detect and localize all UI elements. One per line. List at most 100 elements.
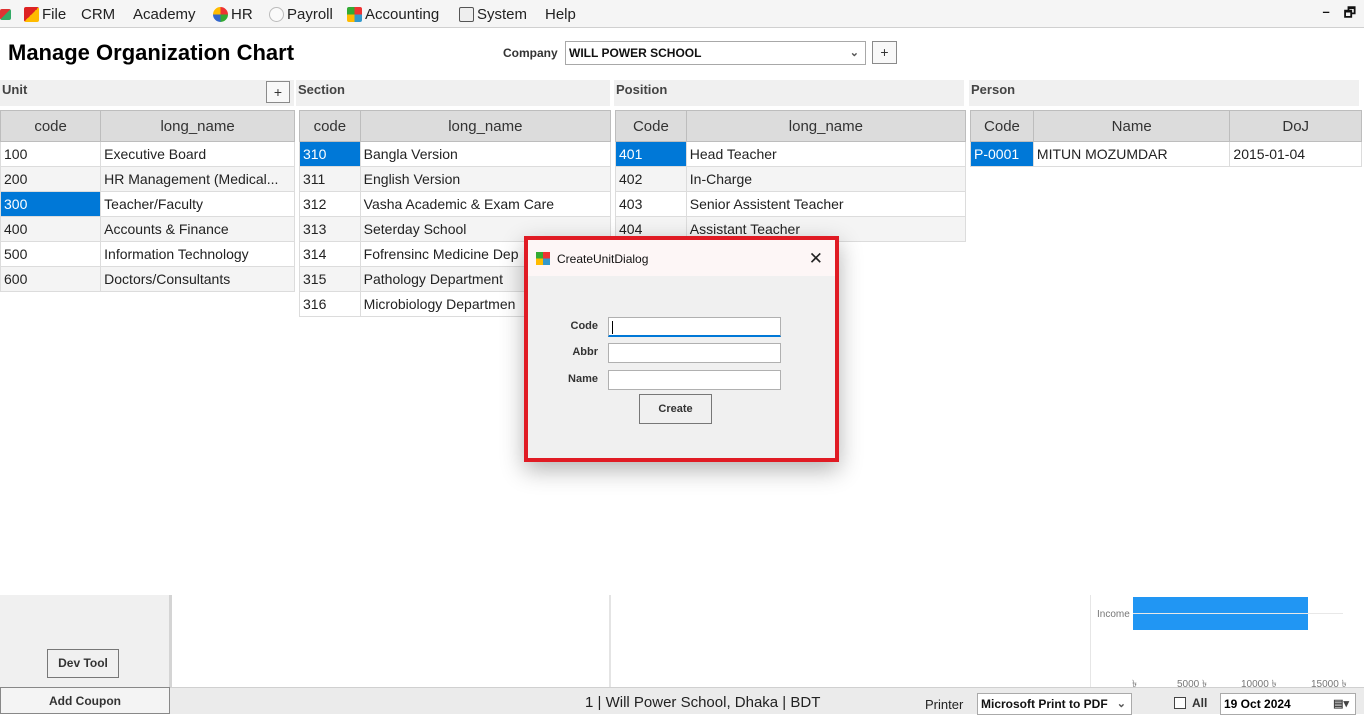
menu-accounting[interactable]: Accounting xyxy=(347,4,439,24)
cell-code[interactable]: P-0001 xyxy=(970,141,1034,167)
add-company-button[interactable]: + xyxy=(872,41,897,64)
all-checkbox[interactable] xyxy=(1174,697,1186,709)
all-label: All xyxy=(1192,696,1208,710)
menu-system[interactable]: System xyxy=(459,4,527,24)
abbr-field[interactable] xyxy=(608,343,781,363)
cell-name[interactable]: Vasha Academic & Exam Care xyxy=(359,191,612,217)
file-icon xyxy=(24,6,39,22)
cell-code[interactable]: 600 xyxy=(0,266,102,292)
unit-table: code long_name 100 Executive Board 200 HR … xyxy=(0,110,295,292)
table-row[interactable]: 310 Bangla Version xyxy=(299,141,612,167)
cell-code[interactable]: 401 xyxy=(615,141,687,167)
accounting-icon xyxy=(347,6,362,22)
menu-academy[interactable]: Academy xyxy=(133,4,196,24)
position-table: Code long_name 401 Head Teacher 402 In-Cha… xyxy=(615,110,967,242)
table-row[interactable]: 500 Information Technology xyxy=(0,241,295,267)
text-caret xyxy=(612,321,613,334)
minimize-button[interactable]: – xyxy=(1323,4,1330,26)
cell-name[interactable]: Teacher/Faculty xyxy=(100,191,295,217)
code-label: Code xyxy=(570,320,599,332)
cell-name[interactable]: Bangla Version xyxy=(359,141,612,167)
table-row[interactable]: P-0001 MITUN MOZUMDAR 2015-01-04 xyxy=(970,141,1362,167)
add-coupon-button[interactable]: Add Coupon xyxy=(0,687,170,714)
menu-crm[interactable]: CRM xyxy=(81,4,115,24)
cell-code[interactable]: 200 xyxy=(0,166,102,192)
column-header[interactable]: Code xyxy=(970,110,1034,142)
menu-payroll[interactable]: Payroll xyxy=(269,4,333,24)
table-row[interactable]: 401 Head Teacher xyxy=(615,141,967,167)
calendar-icon[interactable]: ▤▾ xyxy=(1333,697,1349,710)
position-header: Position xyxy=(614,80,964,106)
chevron-down-icon: ⌄ xyxy=(1116,698,1126,710)
person-table: Code Name DoJ P-0001 MITUN MOZUMDAR 2015… xyxy=(970,110,1362,167)
dev-tool-button[interactable]: Dev Tool xyxy=(47,649,119,678)
column-header[interactable]: long_name xyxy=(685,110,967,142)
column-header[interactable]: code xyxy=(0,110,102,142)
dialog-title: CreateUnitDialog xyxy=(557,252,649,266)
table-header-row: Code long_name xyxy=(615,110,967,142)
hr-icon xyxy=(213,6,228,22)
add-unit-button[interactable]: + xyxy=(266,81,290,103)
unit-header: Unit xyxy=(0,80,294,106)
cell-code[interactable]: 310 xyxy=(299,141,361,167)
dialog-app-icon xyxy=(536,252,550,265)
column-header[interactable]: long_name xyxy=(359,110,612,142)
cell-name[interactable]: In-Charge xyxy=(685,166,967,192)
cell-name[interactable]: Doctors/Consultants xyxy=(100,266,295,292)
cell-name[interactable]: HR Management (Medical... xyxy=(100,166,295,192)
cell-code[interactable]: 402 xyxy=(615,166,687,192)
cell-code[interactable]: 400 xyxy=(0,216,102,242)
name-field[interactable] xyxy=(608,370,781,390)
table-row[interactable]: 402 In-Charge xyxy=(615,166,967,192)
cell-name[interactable]: Executive Board xyxy=(100,141,295,167)
company-select[interactable]: WILL POWER SCHOOL ⌄ xyxy=(565,41,866,65)
menu-bar: File CRM Academy HR Payroll Accounting S… xyxy=(0,0,1364,28)
menu-help[interactable]: Help xyxy=(545,4,576,24)
cell-name[interactable]: Head Teacher xyxy=(685,141,967,167)
menu-hr[interactable]: HR xyxy=(213,4,253,24)
menu-file[interactable]: File xyxy=(24,4,66,24)
restore-button[interactable]: 🗗 xyxy=(1344,4,1356,26)
app-icon[interactable] xyxy=(0,4,11,24)
date-picker[interactable]: 19 Oct 2024 ▤▾ xyxy=(1220,693,1356,715)
column-header[interactable]: Code xyxy=(615,110,687,142)
cell-name[interactable]: Information Technology xyxy=(100,241,295,267)
cell-code[interactable]: 312 xyxy=(299,191,361,217)
cell-name[interactable]: Senior Assistent Teacher xyxy=(685,191,967,217)
column-header[interactable]: long_name xyxy=(100,110,295,142)
close-icon[interactable]: ✕ xyxy=(809,249,823,269)
table-row[interactable]: 312 Vasha Academic & Exam Care xyxy=(299,191,612,217)
cell-code[interactable]: 300 xyxy=(0,191,102,217)
page-title: Manage Organization Chart xyxy=(8,40,295,65)
cell-doj[interactable]: 2015-01-04 xyxy=(1229,141,1362,167)
table-header-row: Code Name DoJ xyxy=(970,110,1362,142)
cell-code[interactable]: 500 xyxy=(0,241,102,267)
table-row[interactable]: 311 English Version xyxy=(299,166,612,192)
table-row[interactable]: 600 Doctors/Consultants xyxy=(0,266,295,292)
cell-name[interactable]: Accounts & Finance xyxy=(100,216,295,242)
cell-name[interactable]: English Version xyxy=(359,166,612,192)
dialog-title-bar[interactable]: CreateUnitDialog ✕ xyxy=(528,240,835,276)
cell-code[interactable]: 313 xyxy=(299,216,361,242)
column-header[interactable]: Name xyxy=(1032,110,1231,142)
column-header[interactable]: DoJ xyxy=(1229,110,1362,142)
divider xyxy=(609,595,611,687)
cell-name[interactable]: MITUN MOZUMDAR xyxy=(1032,141,1231,167)
table-row[interactable]: 200 HR Management (Medical... xyxy=(0,166,295,192)
cell-code[interactable]: 403 xyxy=(615,191,687,217)
cell-code[interactable]: 316 xyxy=(299,291,361,317)
table-row[interactable]: 100 Executive Board xyxy=(0,141,295,167)
cell-code[interactable]: 311 xyxy=(299,166,361,192)
cell-code[interactable]: 315 xyxy=(299,266,361,292)
table-row[interactable]: 400 Accounts & Finance xyxy=(0,216,295,242)
window-controls: – 🗗 xyxy=(1323,4,1356,26)
cell-code[interactable]: 100 xyxy=(0,141,102,167)
cell-code[interactable]: 314 xyxy=(299,241,361,267)
column-header[interactable]: code xyxy=(299,110,361,142)
printer-select[interactable]: Microsoft Print to PDF ⌄ xyxy=(977,693,1132,715)
table-row[interactable]: 300 Teacher/Faculty xyxy=(0,191,295,217)
table-row[interactable]: 403 Senior Assistent Teacher xyxy=(615,191,967,217)
table-header-row: code long_name xyxy=(299,110,612,142)
create-button[interactable]: Create xyxy=(639,394,712,424)
code-field[interactable] xyxy=(608,317,781,337)
